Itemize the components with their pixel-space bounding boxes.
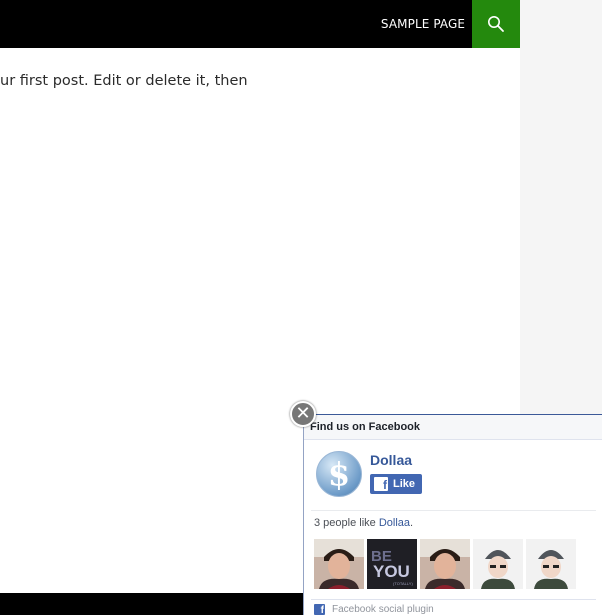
divider bbox=[311, 599, 596, 600]
poster-text-small: (TOTALLY) bbox=[393, 581, 413, 586]
likes-prefix: 3 people like bbox=[314, 517, 379, 529]
page-avatar[interactable]: $ bbox=[316, 451, 362, 497]
fb-faces-row: BE YOU (TOTALLY) bbox=[314, 539, 579, 589]
fb-like-label: Like bbox=[393, 478, 416, 490]
nav-sample-page[interactable]: SAMPLE PAGE bbox=[380, 16, 466, 32]
fb-plugin-footer: f Facebook social plugin bbox=[314, 604, 434, 615]
close-button[interactable]: ✕ bbox=[290, 401, 316, 427]
fan-avatar-3[interactable] bbox=[420, 539, 470, 589]
fan-avatar-2[interactable]: BE YOU (TOTALLY) bbox=[367, 539, 417, 589]
fb-page-block: $ Dollaa f Like bbox=[316, 451, 423, 497]
likes-page-link[interactable]: Dollaa bbox=[379, 517, 410, 529]
fan-avatar-4[interactable] bbox=[473, 539, 523, 589]
site-header: SAMPLE PAGE bbox=[0, 0, 520, 48]
fan-avatar-1[interactable] bbox=[314, 539, 364, 589]
fb-likes-count: 3 people like Dollaa. bbox=[314, 517, 413, 529]
search-icon bbox=[488, 16, 504, 32]
fb-widget-title: Find us on Facebook bbox=[304, 415, 602, 440]
fan-avatar-5[interactable] bbox=[526, 539, 576, 589]
search-button[interactable] bbox=[472, 0, 520, 48]
facebook-f-icon: f bbox=[374, 477, 388, 491]
fb-page-name-link[interactable]: Dollaa bbox=[370, 452, 422, 468]
post-excerpt: ur first post. Edit or delete it, then bbox=[0, 73, 248, 89]
close-icon: ✕ bbox=[295, 403, 311, 424]
poster-text-you: YOU bbox=[373, 562, 410, 581]
facebook-icon: f bbox=[314, 604, 325, 615]
fb-like-button[interactable]: f Like bbox=[370, 474, 423, 494]
facebook-like-box: Find us on Facebook $ Dollaa f Like 3 pe… bbox=[303, 414, 602, 615]
divider bbox=[311, 510, 596, 511]
likes-suffix: . bbox=[410, 517, 414, 529]
fb-plugin-footer-label: Facebook social plugin bbox=[332, 604, 434, 615]
